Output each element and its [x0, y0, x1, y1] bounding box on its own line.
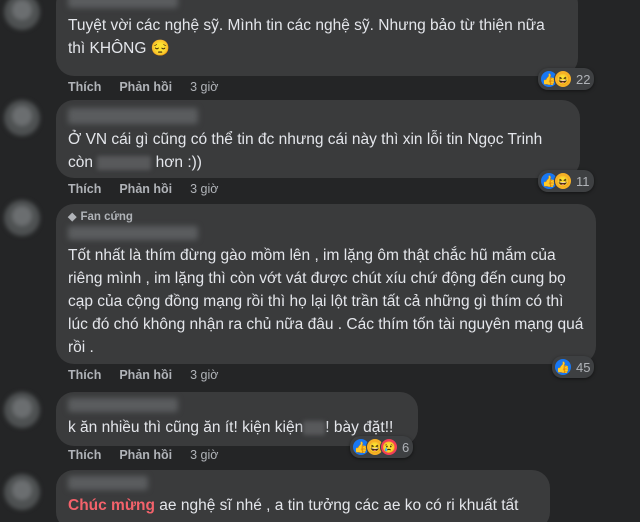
- reply-button[interactable]: Phản hồi: [119, 448, 172, 462]
- reactions-summary[interactable]: 👍 45: [552, 356, 595, 378]
- avatar[interactable]: [4, 474, 40, 510]
- avatar[interactable]: [4, 392, 40, 428]
- reaction-count: 11: [576, 173, 590, 189]
- author-name[interactable]: [68, 476, 148, 490]
- haha-reaction-icon: 😆: [554, 70, 572, 88]
- comment-text: Chúc mừng ae nghệ sĩ nhé , a tin tưởng c…: [68, 497, 519, 514]
- highlighted-phrase: Chúc mừng: [68, 497, 155, 514]
- like-button[interactable]: Thích: [68, 80, 101, 94]
- like-button[interactable]: Thích: [68, 368, 101, 382]
- reaction-count: 6: [402, 439, 410, 455]
- comment-actions: Thích Phản hồi 3 giờ: [68, 368, 218, 382]
- comment-bubble: Tuyệt vời các nghệ sỹ. Mình tin các nghệ…: [56, 0, 578, 76]
- comment-actions: Thích Phản hồi 3 giờ: [68, 448, 218, 462]
- redacted-word: [97, 155, 152, 170]
- reactions-summary[interactable]: 👍 😆 😢 6: [350, 436, 414, 458]
- reaction-count: 22: [576, 71, 591, 87]
- top-fan-badge[interactable]: ◆ Fan cứng: [68, 210, 584, 224]
- author-name[interactable]: [68, 226, 198, 240]
- timestamp[interactable]: 3 giờ: [190, 448, 218, 462]
- redacted-word: [303, 420, 326, 435]
- reaction-count: 45: [576, 359, 591, 375]
- reactions-summary[interactable]: 👍 😆 22: [538, 68, 595, 90]
- reply-button[interactable]: Phản hồi: [119, 368, 172, 382]
- avatar[interactable]: [4, 200, 40, 236]
- author-name[interactable]: [68, 108, 198, 124]
- reactions-summary[interactable]: 👍 😆 11: [538, 170, 594, 192]
- comment-text: Tốt nhất là thím đừng gào mồm lên , im l…: [68, 247, 588, 356]
- reply-button[interactable]: Phản hồi: [119, 182, 172, 196]
- timestamp[interactable]: 3 giờ: [190, 368, 218, 382]
- haha-reaction-icon: 😆: [554, 172, 572, 190]
- comment-bubble: Chúc mừng ae nghệ sĩ nhé , a tin tưởng c…: [56, 470, 550, 522]
- comment-actions: Thích Phản hồi 3 giờ: [68, 80, 218, 94]
- avatar[interactable]: [4, 100, 40, 136]
- comment-text: Tuyệt vời các nghệ sỹ. Mình tin các nghệ…: [68, 17, 549, 57]
- like-button[interactable]: Thích: [68, 448, 101, 462]
- comment-text: Ở VN cái gì cũng có thể tin đc nhưng cái…: [68, 131, 547, 171]
- author-name[interactable]: [68, 0, 178, 8]
- diamond-icon: ◆: [68, 211, 77, 223]
- timestamp[interactable]: 3 giờ: [190, 80, 218, 94]
- comment-bubble: Ở VN cái gì cũng có thể tin đc nhưng cái…: [56, 100, 580, 178]
- author-name[interactable]: [68, 398, 178, 412]
- sad-reaction-icon: 😢: [380, 438, 398, 456]
- comment-actions: Thích Phản hồi 3 giờ: [68, 182, 218, 196]
- reply-button[interactable]: Phản hồi: [119, 80, 172, 94]
- avatar[interactable]: [4, 0, 40, 30]
- comment-text: k ăn nhiều thì cũng ăn ít! kiện kiện! bà…: [68, 419, 394, 436]
- comment-bubble: ◆ Fan cứng Tốt nhất là thím đừng gào mồm…: [56, 204, 596, 364]
- timestamp[interactable]: 3 giờ: [190, 182, 218, 196]
- like-button[interactable]: Thích: [68, 182, 101, 196]
- like-reaction-icon: 👍: [554, 358, 572, 376]
